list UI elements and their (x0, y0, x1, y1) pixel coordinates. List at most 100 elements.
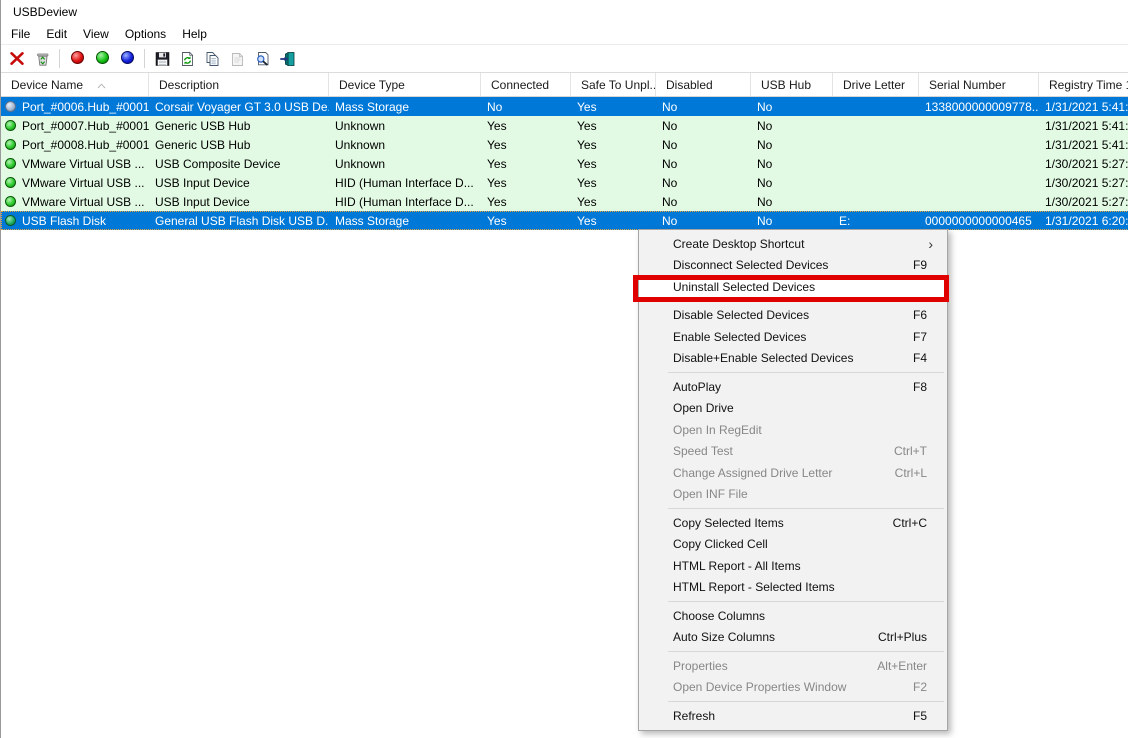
menu-item-open-drive[interactable]: Open Drive (639, 398, 947, 420)
menu-item-refresh[interactable]: RefreshF5 (639, 705, 947, 727)
menubar-item-view[interactable]: View (75, 25, 117, 43)
table-cell[interactable]: Yes (481, 195, 571, 209)
table-cell[interactable]: VMware Virtual USB ... (1, 195, 149, 209)
menu-item-disable-enable-selected-devices[interactable]: Disable+Enable Selected DevicesF4 (639, 348, 947, 370)
menubar-item-file[interactable]: File (3, 25, 38, 43)
table-cell[interactable]: No (751, 195, 833, 209)
table-cell[interactable]: HID (Human Interface D... (329, 176, 481, 190)
table-cell[interactable]: General USB Flash Disk USB D... (149, 214, 329, 228)
table-row[interactable]: Port_#0008.Hub_#0001Generic USB HubUnkno… (1, 135, 1128, 154)
column-header-safe-to-unpl-[interactable]: Safe To Unpl... (571, 73, 656, 96)
menubar-item-edit[interactable]: Edit (38, 25, 75, 43)
table-cell[interactable]: No (656, 176, 751, 190)
table-cell[interactable]: Yes (481, 138, 571, 152)
table-cell[interactable]: Yes (481, 176, 571, 190)
table-cell[interactable]: Unknown (329, 157, 481, 171)
menu-item-autoplay[interactable]: AutoPlayF8 (639, 376, 947, 398)
table-cell[interactable]: Yes (571, 176, 656, 190)
table-cell[interactable]: No (481, 100, 571, 114)
menu-item-create-desktop-shortcut[interactable]: Create Desktop Shortcut› (639, 233, 947, 255)
menu-item-uninstall-selected-devices[interactable]: Uninstall Selected Devices (639, 276, 947, 298)
table-cell[interactable]: 1/31/2021 5:41: (1039, 100, 1128, 114)
table-cell[interactable]: No (751, 214, 833, 228)
table-cell[interactable]: No (656, 157, 751, 171)
column-header-usb-hub[interactable]: USB Hub (751, 73, 833, 96)
table-row[interactable]: Port_#0007.Hub_#0001Generic USB HubUnkno… (1, 116, 1128, 135)
table-cell[interactable]: Yes (571, 157, 656, 171)
toolbar-button[interactable] (30, 47, 54, 70)
table-cell[interactable]: 1/30/2021 5:27: (1039, 195, 1128, 209)
table-cell[interactable]: No (656, 119, 751, 133)
table-cell[interactable]: 1/30/2021 5:27: (1039, 176, 1128, 190)
table-cell[interactable]: 1338000000009778... (919, 100, 1039, 114)
menu-item-html-report-selected-items[interactable]: HTML Report - Selected Items (639, 577, 947, 599)
column-header-drive-letter[interactable]: Drive Letter (833, 73, 919, 96)
table-cell[interactable]: Generic USB Hub (149, 119, 329, 133)
menu-item-enable-selected-devices[interactable]: Enable Selected DevicesF7 (639, 326, 947, 348)
column-header-disabled[interactable]: Disabled (656, 73, 751, 96)
table-cell[interactable]: No (656, 138, 751, 152)
toolbar-button[interactable] (275, 47, 299, 70)
table-cell[interactable]: VMware Virtual USB ... (1, 176, 149, 190)
device-list[interactable]: Device NameDescriptionDevice TypeConnect… (1, 73, 1128, 738)
table-row[interactable]: Port_#0006.Hub_#0001Corsair Voyager GT 3… (1, 97, 1128, 116)
toolbar-button[interactable] (90, 47, 114, 70)
table-row[interactable]: VMware Virtual USB ...USB Composite Devi… (1, 154, 1128, 173)
table-cell[interactable]: Mass Storage (329, 214, 481, 228)
table-cell[interactable]: Yes (571, 195, 656, 209)
toolbar-button[interactable] (5, 47, 29, 70)
table-cell[interactable]: No (751, 176, 833, 190)
table-cell[interactable]: HID (Human Interface D... (329, 195, 481, 209)
table-cell[interactable]: No (751, 119, 833, 133)
table-cell[interactable]: Unknown (329, 119, 481, 133)
table-cell[interactable]: Yes (571, 100, 656, 114)
table-cell[interactable]: No (751, 157, 833, 171)
menubar-item-options[interactable]: Options (117, 25, 174, 43)
menu-item-copy-selected-items[interactable]: Copy Selected ItemsCtrl+C (639, 512, 947, 534)
menu-item-disable-selected-devices[interactable]: Disable Selected DevicesF6 (639, 305, 947, 327)
menubar-item-help[interactable]: Help (174, 25, 215, 43)
table-cell[interactable]: Corsair Voyager GT 3.0 USB De... (149, 100, 329, 114)
menu-item-disconnect-selected-devices[interactable]: Disconnect Selected DevicesF9 (639, 255, 947, 277)
table-cell[interactable]: Port_#0007.Hub_#0001 (1, 119, 149, 133)
column-header-serial-number[interactable]: Serial Number (919, 73, 1039, 96)
table-cell[interactable]: 1/31/2021 5:41: (1039, 119, 1128, 133)
table-cell[interactable]: Generic USB Hub (149, 138, 329, 152)
table-cell[interactable]: No (751, 100, 833, 114)
table-row[interactable]: VMware Virtual USB ...USB Input DeviceHI… (1, 173, 1128, 192)
table-cell[interactable]: No (656, 100, 751, 114)
table-cell[interactable]: 1/30/2021 5:27: (1039, 157, 1128, 171)
toolbar-button[interactable] (175, 47, 199, 70)
table-row[interactable]: USB Flash DiskGeneral USB Flash Disk USB… (1, 211, 1128, 230)
menu-item-choose-columns[interactable]: Choose Columns (639, 605, 947, 627)
column-header-connected[interactable]: Connected (481, 73, 571, 96)
toolbar-button[interactable] (150, 47, 174, 70)
menu-item-copy-clicked-cell[interactable]: Copy Clicked Cell (639, 534, 947, 556)
column-header-device-type[interactable]: Device Type (329, 73, 481, 96)
table-cell[interactable]: No (751, 138, 833, 152)
table-cell[interactable]: Yes (571, 138, 656, 152)
toolbar-button[interactable] (115, 47, 139, 70)
table-cell[interactable]: Yes (481, 157, 571, 171)
table-cell[interactable]: USB Input Device (149, 195, 329, 209)
table-cell[interactable]: Port_#0006.Hub_#0001 (1, 100, 149, 114)
menu-item-html-report-all-items[interactable]: HTML Report - All Items (639, 555, 947, 577)
table-cell[interactable]: USB Composite Device (149, 157, 329, 171)
table-cell[interactable]: Yes (481, 214, 571, 228)
table-cell[interactable]: No (656, 195, 751, 209)
table-cell[interactable]: USB Flash Disk (1, 214, 149, 228)
table-cell[interactable]: 1/31/2021 5:41: (1039, 138, 1128, 152)
column-header-device-name[interactable]: Device Name (1, 73, 149, 96)
column-header-description[interactable]: Description (149, 73, 329, 96)
toolbar-button[interactable] (250, 47, 274, 70)
table-cell[interactable]: E: (833, 214, 919, 228)
table-cell[interactable]: No (656, 214, 751, 228)
toolbar-button[interactable] (65, 47, 89, 70)
table-cell[interactable]: 1/31/2021 6:20: (1039, 214, 1128, 228)
toolbar-button[interactable] (225, 47, 249, 70)
table-cell[interactable]: VMware Virtual USB ... (1, 157, 149, 171)
table-cell[interactable]: Yes (481, 119, 571, 133)
table-cell[interactable]: Unknown (329, 138, 481, 152)
table-row[interactable]: VMware Virtual USB ...USB Input DeviceHI… (1, 192, 1128, 211)
column-header-registry-time-1[interactable]: Registry Time 1 (1039, 73, 1128, 96)
